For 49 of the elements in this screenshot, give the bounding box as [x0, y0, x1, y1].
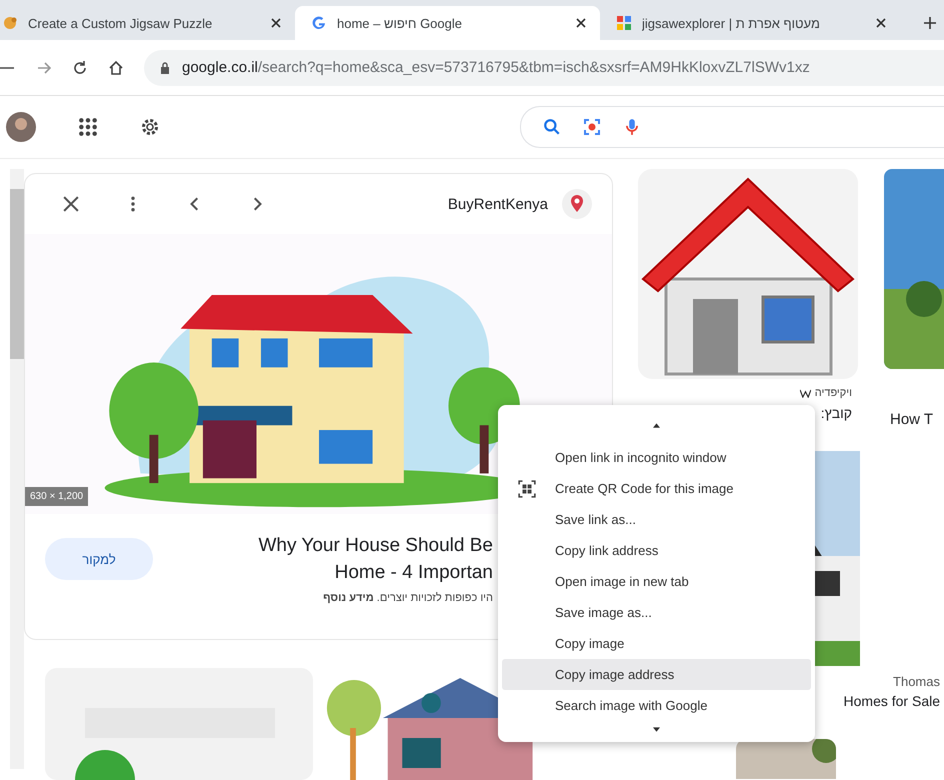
qr-code-icon — [518, 480, 536, 498]
google-icon — [311, 15, 327, 31]
menu-item[interactable]: Copy link address — [502, 535, 811, 566]
result-title[interactable]: Why Your House Should Be — [258, 532, 493, 559]
result-source: Thomas — [893, 674, 940, 689]
source-name[interactable]: BuyRentKenya — [448, 196, 548, 212]
tab-title: jigsawexplorer | מעטוף אפרת ת — [642, 16, 821, 30]
copyright-notice: היו כפופות לזכויות יוצרים. מידע נוסף — [323, 592, 493, 604]
scrollbar-thumb[interactable] — [10, 189, 24, 359]
result-title[interactable]: קובץ: — [820, 405, 852, 421]
close-icon[interactable] — [576, 18, 586, 28]
scroll-down-icon[interactable] — [653, 727, 660, 732]
tab-title: home – חיפוש Google — [337, 16, 463, 30]
result-title[interactable]: How T — [890, 411, 944, 428]
address-bar[interactable]: google.co.il/search?q=home&sca_esv=573716795&tbm=isch&sxsrf=AM9HkKloxvZL7lSWv1xz — [144, 50, 944, 86]
result-title[interactable]: Home - 4 Importan — [334, 559, 493, 586]
menu-item[interactable]: Save image as... — [502, 597, 811, 628]
result-source: ויקיפדיה — [800, 387, 852, 399]
menu-item[interactable]: Create QR Code for this image — [502, 473, 811, 504]
camera-lens-icon[interactable] — [583, 118, 601, 136]
new-tab-icon[interactable] — [924, 17, 936, 29]
settings-icon[interactable] — [140, 117, 160, 137]
lock-icon — [160, 62, 170, 74]
search-icon[interactable] — [543, 118, 561, 136]
scroll-up-icon[interactable] — [653, 423, 660, 428]
image-size-badge: 630 × 1,200 — [25, 487, 88, 506]
reload-icon[interactable] — [72, 60, 88, 76]
tab-title: Create a Custom Jigsaw Puzzle — [28, 16, 214, 30]
menu-item[interactable]: Copy image address — [502, 659, 811, 690]
menu-item[interactable]: Search image with Google — [502, 690, 811, 721]
colored-squares-icon — [616, 15, 632, 31]
forward-arrow-icon[interactable] — [36, 60, 52, 76]
browser-tab[interactable]: home – חיפוש Google — [295, 6, 600, 40]
w-logo-icon — [800, 388, 811, 398]
location-pin-icon — [562, 189, 592, 219]
menu-item[interactable]: Open image in new tab — [502, 566, 811, 597]
result-title[interactable]: Homes for Sale — [844, 693, 940, 709]
close-icon[interactable] — [876, 18, 886, 28]
url-text: google.co.il/search?q=home&sca_esv=573716795&tbm=isch&sxsrf=AM9HkKloxvZL7lSWv1xz — [182, 59, 810, 76]
avatar-icon[interactable] — [6, 112, 36, 142]
apps-grid-icon[interactable] — [78, 117, 98, 137]
visit-button[interactable]: למקור — [45, 538, 153, 580]
menu-item[interactable]: Open link in incognito window — [502, 442, 811, 473]
menu-item[interactable]: Save link as... — [502, 504, 811, 535]
home-icon[interactable] — [108, 60, 124, 76]
close-icon[interactable] — [63, 196, 79, 212]
microphone-icon[interactable] — [623, 118, 641, 136]
close-icon[interactable] — [271, 18, 281, 28]
menu-item[interactable]: Copy image — [502, 628, 811, 659]
